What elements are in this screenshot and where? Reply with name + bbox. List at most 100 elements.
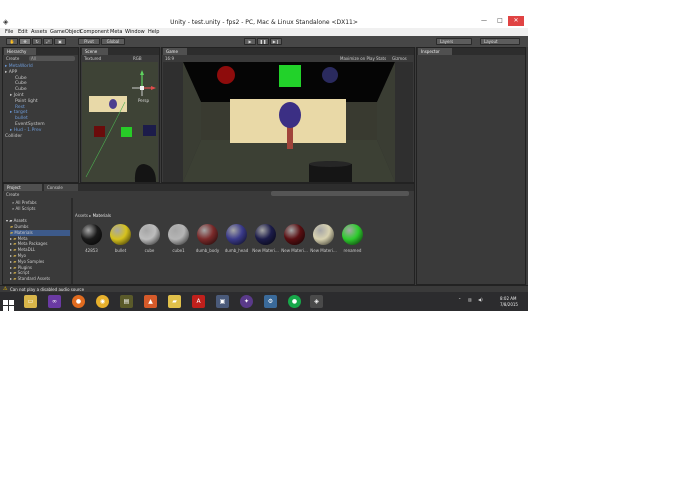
breadcrumb-assets[interactable]: Assets xyxy=(75,213,88,218)
move-tool-icon[interactable]: ✥ xyxy=(19,38,31,45)
close-icon[interactable]: ✕ xyxy=(508,16,524,26)
tab-inspector[interactable]: Inspector xyxy=(418,48,452,55)
rect-tool-icon[interactable]: ▣ xyxy=(54,38,66,45)
menu-help[interactable]: Help xyxy=(148,29,159,35)
aspect-dropdown[interactable]: 16:9 xyxy=(165,56,174,61)
hierarchy-search-input[interactable]: All xyxy=(29,56,75,61)
project-tabstrip: Project Console xyxy=(3,184,414,191)
firefox-icon[interactable]: ● xyxy=(72,295,85,308)
network-icon[interactable]: ▥ xyxy=(468,297,472,302)
gizmos-dropdown[interactable]: Gizmos xyxy=(392,56,407,61)
menu-component[interactable]: Component xyxy=(80,29,109,35)
material-asset[interactable]: New Materi... xyxy=(252,224,279,258)
scene-tabstrip: Scene xyxy=(81,48,159,55)
settings-app-icon[interactable]: ⚙ xyxy=(264,295,277,308)
material-asset[interactable]: New Materi... xyxy=(281,224,308,258)
project-search-input[interactable] xyxy=(271,191,409,196)
inspector-panel: Inspector xyxy=(416,47,526,285)
material-label: New Materi... xyxy=(310,248,337,253)
layout-dropdown[interactable]: Layout xyxy=(480,38,520,45)
material-preview-sphere xyxy=(284,224,305,245)
assets-root-folder[interactable]: ▾ ▰ Assets xyxy=(6,218,27,223)
archive-app-icon[interactable]: ▤ xyxy=(120,295,133,308)
pause-icon[interactable]: ❚❚ xyxy=(257,38,269,45)
visual-studio-icon[interactable]: ∞ xyxy=(48,295,61,308)
rgb-toggle[interactable]: RGB xyxy=(133,56,142,61)
stats-toggle[interactable]: Stats xyxy=(376,56,386,61)
scale-tool-icon[interactable]: ⤢ xyxy=(43,38,53,45)
volume-icon[interactable]: ◀) xyxy=(478,297,483,302)
tree-divider[interactable] xyxy=(71,198,73,284)
favorite-all-prefabs[interactable]: ⌕ All Prefabs xyxy=(12,200,37,205)
hierarchy-item[interactable]: Collider xyxy=(5,134,78,140)
tab-scene[interactable]: Scene xyxy=(82,48,108,55)
green-app-icon[interactable]: ● xyxy=(288,295,301,308)
game-viewport[interactable] xyxy=(163,62,413,182)
tab-hierarchy[interactable]: Hierarchy xyxy=(4,48,36,55)
hierarchy-item-label: Collider xyxy=(5,133,23,139)
material-asset[interactable]: 42853 xyxy=(79,224,104,258)
favorite-all-scripts[interactable]: ⌕ All Scripts xyxy=(12,206,35,211)
project-folder-tree: ⌕ All Prefabs ⌕ All Scripts ▾ ▰ Assets ▰… xyxy=(4,198,70,284)
material-label: New Materi... xyxy=(252,248,279,253)
play-icon[interactable]: ▶ xyxy=(244,38,256,45)
menu-gameobject[interactable]: GameObject xyxy=(50,29,81,35)
material-label: 42853 xyxy=(85,248,98,253)
hierarchy-create-button[interactable]: Create xyxy=(6,56,19,61)
minimize-icon[interactable]: — xyxy=(476,16,492,26)
material-asset[interactable]: renamed xyxy=(340,224,365,258)
material-asset[interactable]: bullet xyxy=(108,224,133,258)
clock-time[interactable]: 8:02 AM xyxy=(500,296,516,301)
global-toggle[interactable]: Global xyxy=(101,38,125,45)
scene-green-cube xyxy=(121,127,132,137)
material-asset[interactable]: cube1 xyxy=(166,224,191,258)
material-asset[interactable]: dumb_head xyxy=(224,224,249,258)
file-explorer-icon[interactable]: ▭ xyxy=(24,295,37,308)
pivot-toggle[interactable]: Pivot xyxy=(78,38,100,45)
material-asset[interactable]: cube xyxy=(137,224,162,258)
chrome-icon[interactable]: ◉ xyxy=(96,295,109,308)
menu-meta[interactable]: Meta xyxy=(110,29,122,35)
menu-file[interactable]: File xyxy=(5,29,13,35)
maximize-icon[interactable]: □ xyxy=(492,16,508,26)
windows-taskbar: ▭ ∞ ● ◉ ▤ ▲ ▰ A ▣ ✦ ⚙ ● ◈ ⌃ ▥ ◀) 8:02 AM… xyxy=(0,292,528,311)
folder-label: Materials xyxy=(14,229,33,235)
folder-app-icon[interactable]: ▰ xyxy=(168,295,181,308)
clock-date[interactable]: 7/8/2015 xyxy=(500,302,518,307)
tab-console[interactable]: Console xyxy=(44,184,78,191)
layers-dropdown[interactable]: Layers xyxy=(436,38,472,45)
tab-game[interactable]: Game xyxy=(163,48,187,55)
material-asset[interactable]: New Materi... xyxy=(310,224,337,258)
maximize-on-play-toggle[interactable]: Maximize on Play xyxy=(340,56,375,61)
acrobat-icon[interactable]: A xyxy=(192,295,205,308)
material-preview-sphere xyxy=(313,224,334,245)
remote-desktop-icon[interactable]: ▣ xyxy=(216,295,229,308)
step-icon[interactable]: ▶❙ xyxy=(270,38,282,45)
hand-tool-icon[interactable]: ✋ xyxy=(6,38,18,45)
menu-assets[interactable]: Assets xyxy=(31,29,47,35)
tray-chevron-icon[interactable]: ⌃ xyxy=(458,297,461,302)
material-asset[interactable]: dumb_body xyxy=(195,224,220,258)
persp-label[interactable]: Persp xyxy=(138,98,149,103)
hierarchy-item-label: Rest xyxy=(15,104,25,110)
scene-viewport[interactable]: Persp xyxy=(82,62,158,182)
rotate-tool-icon[interactable]: ↻ xyxy=(32,38,42,45)
folder-label: Assets xyxy=(13,218,27,223)
menu-window[interactable]: Window xyxy=(125,29,145,35)
material-label: bullet xyxy=(114,248,127,253)
folder-label: Plugins xyxy=(17,264,32,270)
project-create-button[interactable]: Create xyxy=(6,192,19,197)
unity-taskbar-icon[interactable]: ◈ xyxy=(310,295,323,308)
shading-mode-dropdown[interactable]: Textured xyxy=(84,56,101,61)
tab-project[interactable]: Project xyxy=(4,184,42,191)
folder-item[interactable]: ▸ ▰ Standard Assets xyxy=(10,276,70,282)
scene-red-cube xyxy=(94,126,105,137)
hierarchy-item-label: Cube xyxy=(15,81,27,87)
favorite-label: All Prefabs xyxy=(15,200,37,205)
folder-label: Myo xyxy=(17,252,26,258)
menu-edit[interactable]: Edit xyxy=(18,29,28,35)
breadcrumb-materials[interactable]: Materials xyxy=(93,213,111,218)
matlab-icon[interactable]: ▲ xyxy=(144,295,157,308)
tool-app-icon[interactable]: ✦ xyxy=(240,295,253,308)
windows-start-icon[interactable] xyxy=(3,296,14,311)
